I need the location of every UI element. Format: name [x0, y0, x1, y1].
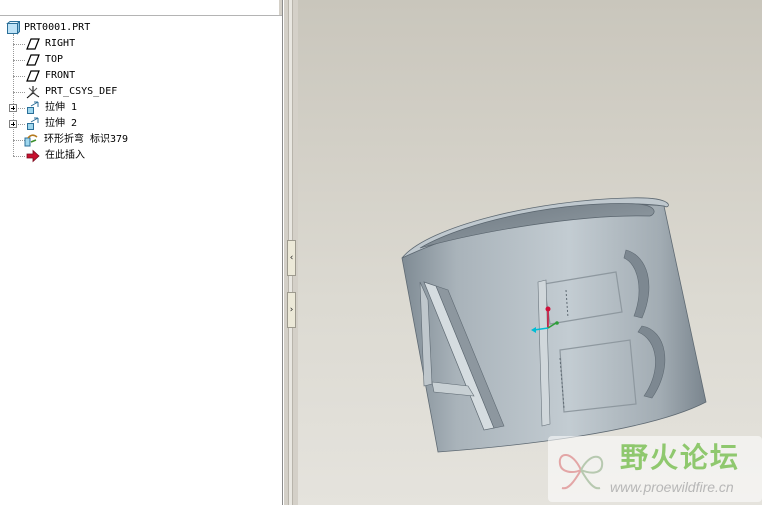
- tree-item-label: 环形折弯 标识379: [44, 134, 129, 145]
- tree-item-csys[interactable]: PRT_CSYS_DEF: [0, 84, 280, 100]
- model-tree-panel: PRT0001.PRT RIGHT TOP FRONT PRT_CSYS_DEF: [0, 0, 283, 505]
- datum-plane-icon: [26, 38, 40, 50]
- tree-item-extrude-2[interactable]: 拉伸 2: [0, 116, 280, 132]
- tree-item-right[interactable]: RIGHT: [0, 36, 280, 52]
- butterfly-logo-icon: [558, 454, 604, 490]
- tree-item-label: TOP: [45, 54, 64, 65]
- tree-item-label: 在此插入: [45, 150, 85, 161]
- model-tree-header: [0, 0, 282, 16]
- tree-item-label: PRT_CSYS_DEF: [45, 86, 118, 97]
- forum-watermark: 野火论坛 www.proewildfire.cn: [548, 436, 762, 502]
- tree-item-root-label: PRT0001.PRT: [24, 22, 91, 33]
- tree-item-label: 拉伸 1: [45, 102, 78, 113]
- insert-here-arrow-icon: [26, 149, 40, 163]
- tree-item-front[interactable]: FRONT: [0, 68, 280, 84]
- expand-panel-button[interactable]: ›: [287, 292, 296, 328]
- datum-plane-icon: [26, 70, 40, 82]
- tree-item-toroidal-bend[interactable]: 环形折弯 标识379: [0, 132, 280, 148]
- collapse-panel-button[interactable]: ‹: [287, 240, 296, 276]
- datum-plane-icon: [26, 54, 40, 66]
- panel-splitter[interactable]: ‹ ›: [283, 0, 298, 505]
- expand-toggle[interactable]: [9, 104, 17, 112]
- tree-item-insert-here[interactable]: 在此插入: [0, 148, 280, 164]
- tree-item-root[interactable]: PRT0001.PRT: [0, 20, 280, 36]
- coordinate-system-icon: [26, 86, 40, 99]
- extrude-icon: [27, 101, 39, 114]
- bent-ring-model[interactable]: [298, 0, 762, 505]
- tree-item-label: 拉伸 2: [45, 118, 78, 129]
- watermark-url: www.proewildfire.cn: [610, 479, 734, 495]
- expand-toggle[interactable]: [9, 120, 17, 128]
- chevron-left-icon: ‹: [289, 253, 294, 263]
- tree-item-top[interactable]: TOP: [0, 52, 280, 68]
- chevron-right-icon: ›: [289, 305, 294, 315]
- tree-item-label: FRONT: [45, 70, 76, 81]
- tree-item-label: RIGHT: [45, 38, 76, 49]
- part-icon: [6, 21, 20, 35]
- watermark-title: 野火论坛: [620, 441, 741, 474]
- graphics-viewport[interactable]: 野火论坛 www.proewildfire.cn: [298, 0, 762, 505]
- extrude-icon: [27, 117, 39, 130]
- tree-item-extrude-1[interactable]: 拉伸 1: [0, 100, 280, 116]
- toroidal-bend-icon: [24, 134, 38, 147]
